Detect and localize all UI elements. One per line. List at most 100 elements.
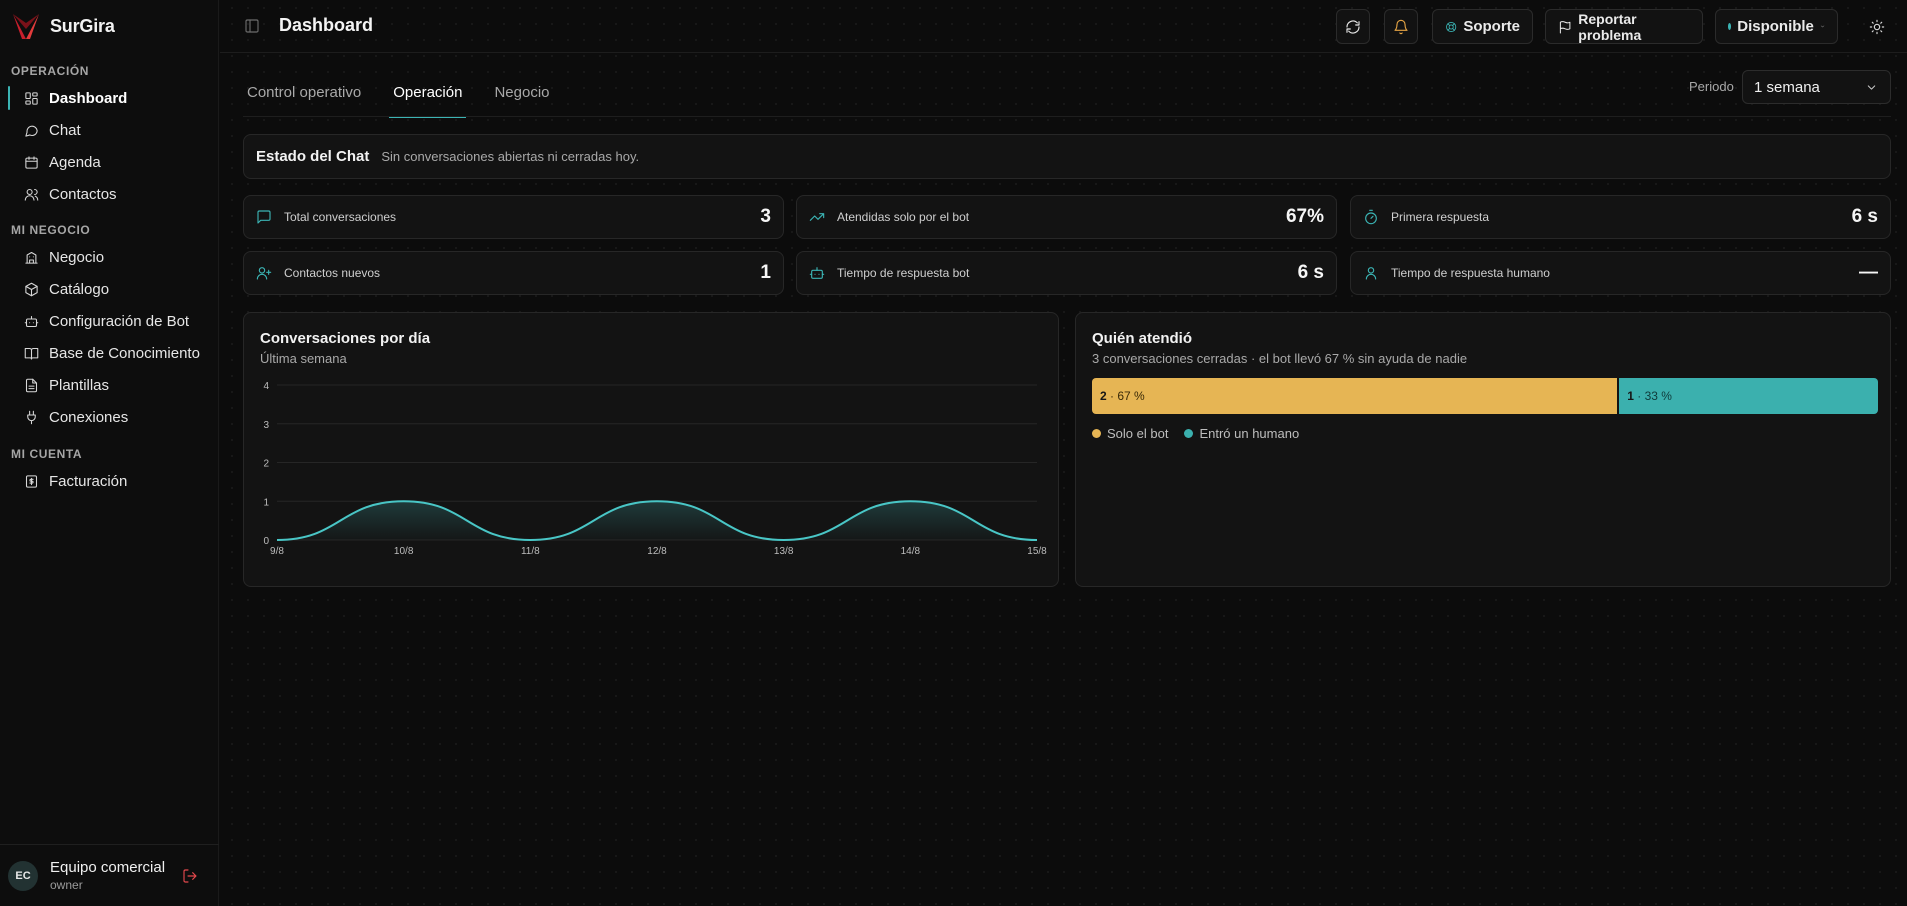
dashboard-tabs: Control operativo Operación Negocio bbox=[243, 84, 578, 118]
metric-label: Primera respuesta bbox=[1391, 210, 1490, 224]
segment-percent: 33 % bbox=[1644, 389, 1672, 403]
tab-negocio[interactable]: Negocio bbox=[490, 84, 553, 116]
segment-count: 1 bbox=[1627, 389, 1634, 403]
logo-icon bbox=[13, 14, 39, 39]
availability-dropdown[interactable]: Disponible bbox=[1715, 9, 1838, 44]
theme-toggle-icon[interactable] bbox=[1869, 19, 1885, 35]
timer-icon bbox=[1365, 209, 1377, 225]
chat-state-title: Estado del Chat bbox=[256, 148, 370, 165]
sidebar-item-label: Contactos bbox=[49, 185, 117, 203]
support-button[interactable]: Soporte bbox=[1432, 9, 1533, 44]
section-title-mi-cuenta: MI CUENTA bbox=[11, 447, 83, 461]
logout-icon[interactable] bbox=[182, 868, 198, 884]
x-tick-label: 10/8 bbox=[394, 546, 414, 557]
y-tick-label: 0 bbox=[263, 536, 269, 547]
sidebar-item-base-conocimiento[interactable]: Base de Conocimiento bbox=[8, 339, 211, 367]
refresh-icon bbox=[1346, 19, 1360, 34]
sidebar-item-label: Configuración de Bot bbox=[49, 312, 190, 330]
legend-label: Entró un humano bbox=[1199, 426, 1300, 441]
book-icon bbox=[24, 347, 39, 360]
legend-label: Solo el bot bbox=[1107, 426, 1169, 441]
attendance-stacked-bar: 2 · 67 % 1 · 33 % bbox=[1092, 378, 1878, 414]
section-title-mi-negocio: MI NEGOCIO bbox=[11, 223, 91, 237]
availability-label: Disponible bbox=[1737, 18, 1814, 35]
x-tick-label: 12/8 bbox=[647, 546, 667, 557]
x-tick-label: 11/8 bbox=[521, 546, 540, 557]
building-icon bbox=[25, 251, 38, 264]
status-dot bbox=[1728, 23, 1732, 30]
sidebar-item-catalogo[interactable]: Catálogo bbox=[8, 275, 211, 303]
sidebar-item-label: Negocio bbox=[49, 248, 105, 266]
sidebar-item-dashboard[interactable]: Dashboard bbox=[8, 84, 211, 112]
sidebar-item-plantillas[interactable]: Plantillas bbox=[8, 371, 211, 399]
chevron-down-icon bbox=[1867, 84, 1876, 90]
sidebar-item-configuracion-bot[interactable]: Configuración de Bot bbox=[8, 307, 211, 335]
legend-dot bbox=[1184, 429, 1194, 438]
y-tick-label: 3 bbox=[263, 420, 269, 431]
sidebar-item-label: Dashboard bbox=[49, 89, 128, 107]
segment-bot-only[interactable]: 2 · 67 % bbox=[1092, 378, 1618, 414]
sidebar-item-chat[interactable]: Chat bbox=[8, 116, 211, 144]
segment-human[interactable]: 1 · 33 % bbox=[1619, 378, 1878, 414]
metric-contactos-nuevos: Contactos nuevos 1 bbox=[243, 251, 784, 295]
calendar-icon bbox=[25, 155, 38, 169]
metric-label: Tiempo de respuesta humano bbox=[1391, 266, 1550, 280]
period-label: Periodo bbox=[1689, 79, 1734, 94]
report-problem-label: Reportar problema bbox=[1578, 10, 1642, 43]
x-tick-label: 9/8 bbox=[270, 546, 284, 557]
chat-state-card: Estado del Chat Sin conversaciones abier… bbox=[243, 134, 1891, 179]
attendance-legend: Solo el bot Entró un humano bbox=[1092, 426, 1299, 441]
sidebar-item-label: Plantillas bbox=[49, 376, 110, 394]
who-attended-card: Quién atendió 3 conversaciones cerradas … bbox=[1075, 312, 1891, 587]
file-icon bbox=[25, 378, 38, 392]
tab-operacion[interactable]: Operación bbox=[389, 84, 467, 118]
x-tick-label: 15/8 bbox=[1027, 546, 1047, 557]
chat-icon bbox=[25, 125, 38, 137]
sidebar-item-agenda[interactable]: Agenda bbox=[8, 148, 211, 176]
flag-icon bbox=[1559, 20, 1571, 33]
support-label: Soporte bbox=[1463, 18, 1520, 35]
sidebar-item-conexiones[interactable]: Conexiones bbox=[8, 403, 211, 431]
dashboard-icon bbox=[25, 91, 38, 105]
metric-label: Atendidas solo por el bot bbox=[837, 210, 970, 224]
metric-value: 6 s bbox=[1851, 206, 1878, 227]
metric-value: 3 bbox=[760, 206, 771, 227]
period-select[interactable]: 1 semana bbox=[1742, 70, 1891, 104]
metric-value: 6 s bbox=[1297, 262, 1324, 283]
user-profile: EC Equipo comercial owner bbox=[0, 844, 219, 906]
top-bar: Dashboard Soporte Reportar problema Disp… bbox=[220, 0, 1907, 53]
segment-percent: 67 % bbox=[1117, 389, 1145, 403]
sidebar-item-contactos[interactable]: Contactos bbox=[8, 180, 211, 208]
conversations-per-day-card: Conversaciones por día Última semana 012… bbox=[243, 312, 1059, 587]
metric-value: 1 bbox=[760, 262, 771, 283]
segment-count: 2 bbox=[1100, 389, 1107, 403]
user-name: Equipo comercial bbox=[50, 859, 166, 876]
avatar[interactable]: EC bbox=[8, 860, 38, 891]
refresh-button[interactable] bbox=[1336, 9, 1370, 44]
legend-dot bbox=[1092, 429, 1101, 438]
sidebar-item-facturacion[interactable]: Facturación bbox=[8, 467, 211, 495]
bell-icon bbox=[1394, 19, 1408, 34]
sidebar-item-negocio[interactable]: Negocio bbox=[8, 243, 211, 271]
sidebar-toggle-icon[interactable] bbox=[244, 18, 260, 34]
receipt-icon bbox=[25, 474, 38, 488]
sidebar-item-label: Conexiones bbox=[49, 408, 129, 426]
sidebar-item-label: Catálogo bbox=[49, 280, 110, 298]
user-icon bbox=[1365, 267, 1377, 280]
metric-value: — bbox=[1859, 262, 1878, 283]
metric-value: 67% bbox=[1285, 206, 1324, 227]
metric-label: Contactos nuevos bbox=[284, 266, 381, 280]
plug-icon bbox=[27, 410, 36, 424]
trending-up-icon bbox=[809, 213, 825, 221]
tabs-divider bbox=[243, 116, 1891, 117]
sidebar-item-label: Chat bbox=[49, 121, 81, 139]
tab-control-operativo[interactable]: Control operativo bbox=[243, 84, 365, 116]
message-icon bbox=[257, 210, 271, 224]
lifebuoy-icon bbox=[1446, 21, 1457, 32]
user-role: owner bbox=[50, 878, 83, 892]
app-name: SurGira bbox=[50, 15, 115, 36]
report-problem-button[interactable]: Reportar problema bbox=[1545, 9, 1703, 44]
bot-icon bbox=[809, 267, 825, 279]
brand[interactable]: SurGira bbox=[12, 10, 115, 42]
notifications-button[interactable] bbox=[1384, 9, 1418, 44]
